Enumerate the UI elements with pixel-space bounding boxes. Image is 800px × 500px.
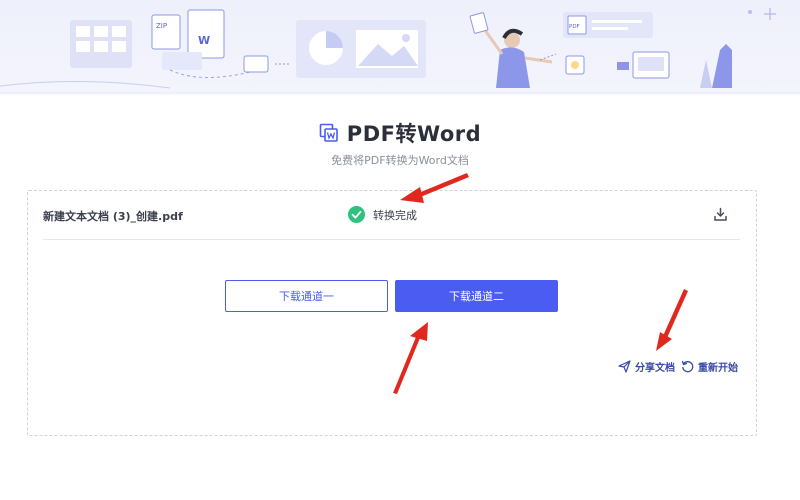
conversion-status: 转换完成 — [348, 206, 417, 223]
download-channel-two-button[interactable]: 下载通道二 — [395, 280, 558, 312]
page-subtitle: 免费将PDF转换为Word文档 — [331, 154, 469, 167]
pdf-to-word-icon — [319, 123, 338, 142]
page-title: PDF转Word — [346, 122, 482, 146]
check-circle-icon — [348, 206, 365, 223]
send-icon — [618, 360, 631, 373]
banner-edge — [0, 92, 800, 96]
conversion-result-panel: 新建文本文档 (3)_创建.pdf 转换完成 下载通道一 下载通道二 分享文档 — [27, 190, 757, 436]
banner-art: ZIP W PDF — [0, 8, 776, 89]
row-divider — [43, 239, 740, 240]
zip-label: ZIP — [156, 22, 167, 30]
header-banner-illustration: ZIP W PDF — [0, 0, 800, 92]
share-document-action[interactable]: 分享文档 — [618, 359, 675, 374]
download-channel-one-button[interactable]: 下载通道一 — [225, 280, 388, 312]
share-document-label: 分享文档 — [635, 363, 675, 374]
file-name: 新建文本文档 (3)_创建.pdf — [43, 210, 183, 223]
download-icon[interactable] — [713, 207, 728, 222]
status-text: 转换完成 — [373, 208, 417, 222]
title-row: PDF转Word — [0, 118, 800, 148]
file-row: 新建文本文档 (3)_创建.pdf 转换完成 — [28, 191, 756, 239]
secondary-actions: 分享文档 重新开始 — [618, 359, 738, 374]
restart-label: 重新开始 — [698, 363, 738, 374]
pdf-label: PDF — [569, 24, 580, 30]
restart-action[interactable]: 重新开始 — [681, 359, 738, 374]
refresh-icon — [681, 360, 694, 373]
word-label: W — [198, 34, 210, 47]
